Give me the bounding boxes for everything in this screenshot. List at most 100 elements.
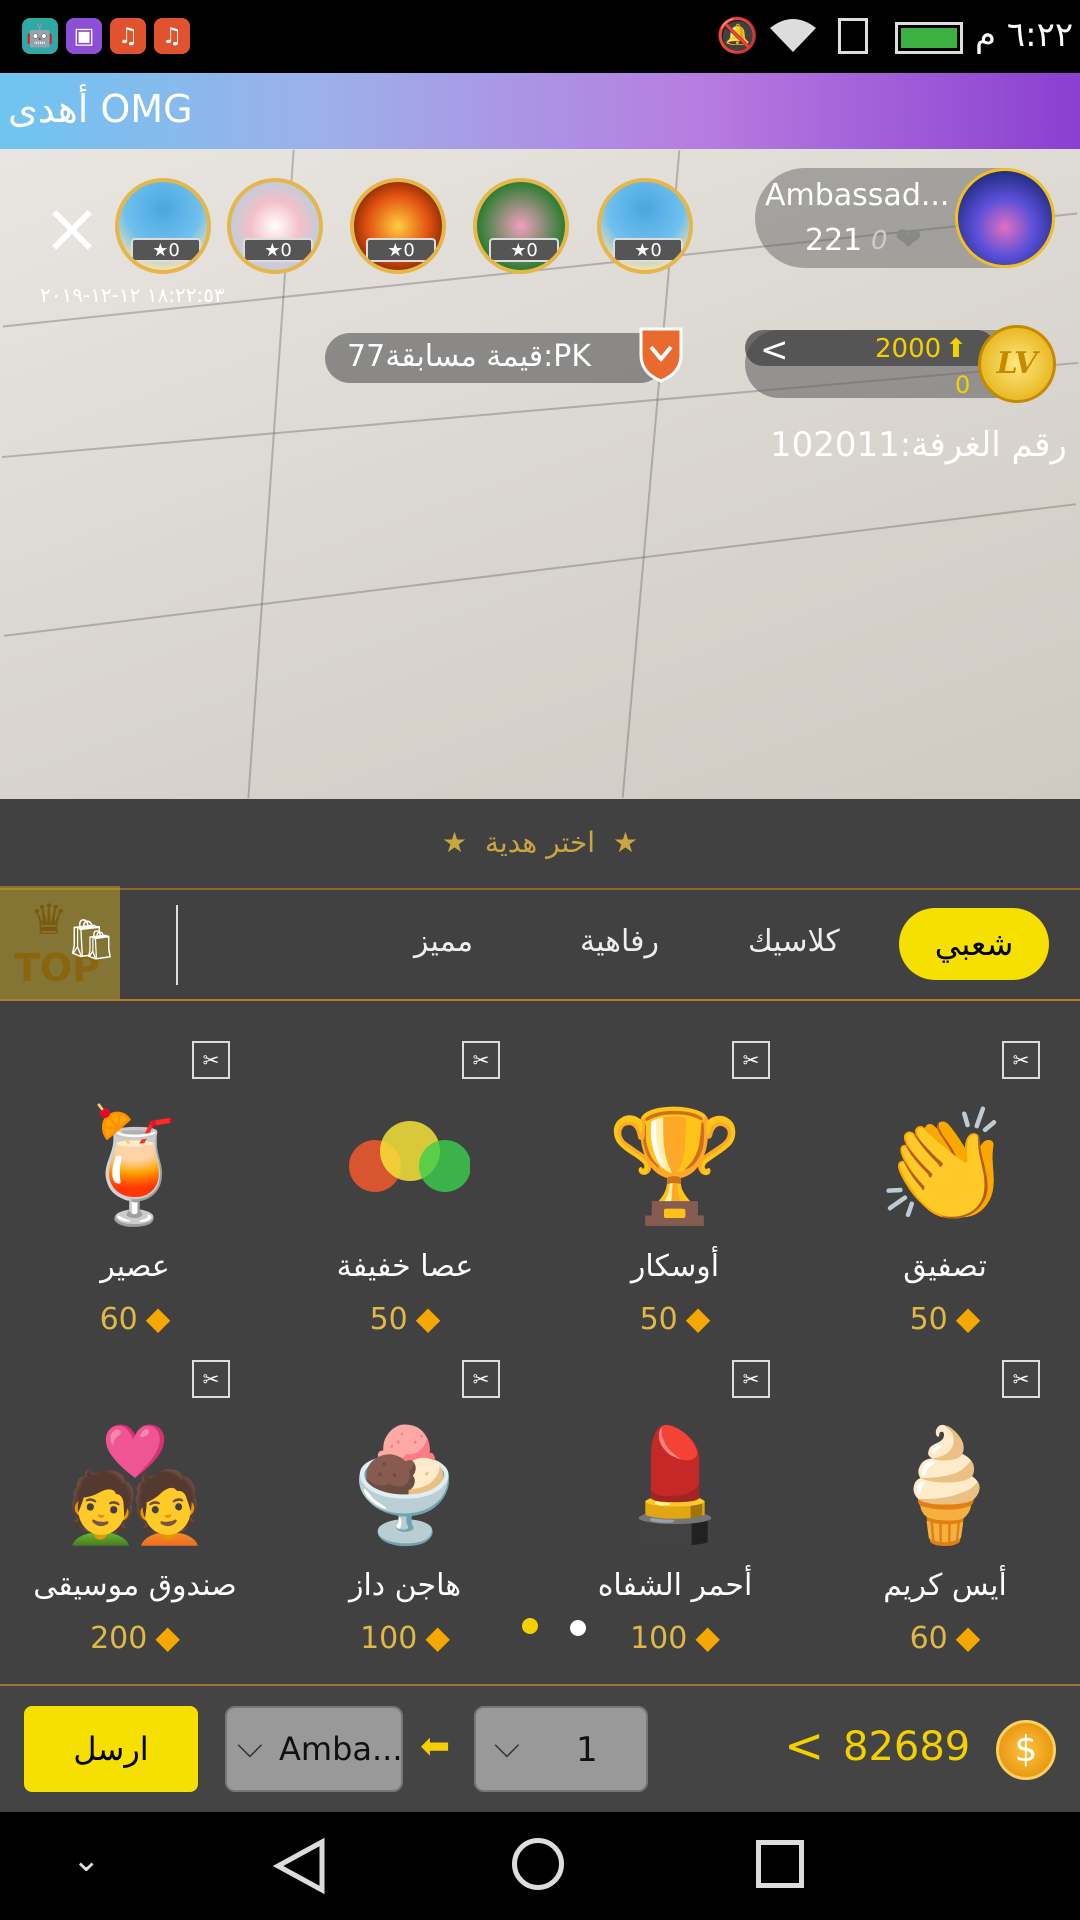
coin-icon[interactable]: $ — [996, 1720, 1056, 1780]
host-viewer-count: 221 — [805, 223, 863, 258]
ice-cream-icon: 🍦 — [876, 1420, 1014, 1549]
gift-flag-icon: ✂ — [462, 1360, 500, 1398]
chevron-down-icon: ⌵ — [494, 1726, 520, 1766]
glow-stick-icon — [340, 1091, 470, 1241]
diamond-icon: ◆ — [155, 1618, 180, 1656]
tab-popular[interactable]: شعبي — [899, 908, 1049, 980]
gift-flag-icon: ✂ — [732, 1041, 770, 1079]
audience-badge: ★0 — [366, 238, 436, 262]
gift-item[interactable]: ✂ 🍨 هاجن داز 100 ◆ — [270, 1340, 540, 1658]
audience-avatar[interactable]: ★0 — [227, 178, 323, 274]
pk-value-pill[interactable]: قيمة مسابقة77:PK — [325, 333, 665, 383]
arrow-up-icon: ⬆ — [945, 334, 967, 364]
audience-avatar[interactable]: ★0 — [350, 178, 446, 274]
gift-item[interactable]: ✂ عصا خفيفة 50 ◆ — [270, 1021, 540, 1339]
room-number: رقم الغرفة:102011 — [770, 425, 1067, 465]
host-likes: 0 — [871, 226, 888, 256]
sundae-icon: 🍨 — [336, 1420, 474, 1549]
coin-balance: 82689 — [843, 1724, 971, 1770]
audience-avatar[interactable]: ★0 — [597, 178, 693, 274]
diamond-icon: ◆ — [425, 1618, 450, 1656]
host-name: Ambassad... — [765, 178, 950, 213]
host-avatar[interactable] — [955, 168, 1055, 268]
gift-item[interactable]: ✂ 🍦 أيس كريم 60 ◆ — [810, 1340, 1080, 1658]
gift-name: أيس كريم — [883, 1568, 1007, 1603]
music-icon: ♫ — [110, 18, 146, 54]
tab-classic[interactable]: كلاسيك — [748, 924, 840, 959]
audience-badge: ★0 — [243, 238, 313, 262]
gallery-icon: ▣ — [66, 18, 102, 54]
shopping-bag-icon[interactable]: 🛍 — [66, 916, 117, 963]
diamond-icon: ◆ — [415, 1299, 441, 1337]
level-exp: 2000 — [875, 334, 942, 364]
gift-flag-icon: ✂ — [732, 1360, 770, 1398]
gift-name: أوسكار — [630, 1249, 720, 1284]
send-button[interactable]: ارسل — [24, 1706, 198, 1792]
audience-avatar[interactable]: ★0 — [473, 178, 569, 274]
back-icon[interactable] — [272, 1838, 332, 1894]
audience-avatar[interactable]: ★0 — [115, 178, 211, 274]
gift-price: 50 ◆ — [369, 1299, 441, 1337]
page-dot-active[interactable] — [522, 1618, 538, 1634]
recents-icon[interactable] — [756, 1840, 804, 1888]
divider — [0, 999, 1080, 1001]
music-icon: ♫ — [154, 18, 190, 54]
battery-charging-icon — [895, 22, 963, 54]
gift-panel-title: ★ اختر هدية ★ — [442, 826, 638, 859]
heart-icon: ❤ — [895, 220, 922, 258]
chevron-left-icon[interactable]: < — [784, 1718, 824, 1774]
gift-price: 50 ◆ — [909, 1299, 981, 1337]
hide-keyboard-icon[interactable]: ⌄ — [72, 1840, 101, 1880]
pk-label: قيمة مسابقة77:PK — [347, 339, 592, 374]
juice-icon: 🍹 — [66, 1101, 204, 1230]
level-progress: 0 — [955, 371, 971, 399]
gift-name: عصير — [100, 1249, 170, 1284]
close-icon[interactable]: × — [38, 193, 106, 266]
home-icon[interactable] — [512, 1838, 564, 1890]
gift-flag-icon: ✂ — [1002, 1041, 1040, 1079]
gift-price: 100 ◆ — [360, 1618, 450, 1656]
tab-special[interactable]: مميز — [414, 924, 473, 959]
mute-icon: 🔕 — [716, 16, 759, 56]
gift-price: 200 ◆ — [90, 1618, 180, 1656]
audience-badge: ★0 — [131, 238, 201, 262]
arrow-left-icon: ⬅ — [420, 1726, 451, 1767]
audience-badge: ★0 — [489, 238, 559, 262]
shield-icon — [639, 327, 683, 383]
gift-price: 60 ◆ — [99, 1299, 171, 1337]
tab-luxury[interactable]: رفاهية — [580, 924, 659, 959]
chevron-down-icon: ⌵ — [237, 1726, 263, 1766]
android-icon: 🤖 — [22, 18, 58, 54]
sim-icon — [838, 18, 868, 54]
page-dot[interactable] — [570, 1620, 586, 1636]
level-badge[interactable]: LV — [978, 325, 1056, 403]
quantity-select[interactable]: ⌵ 1 — [474, 1706, 648, 1792]
gift-item[interactable]: ✂ 👏 تصفيق 50 ◆ — [810, 1021, 1080, 1339]
marquee-text: أهدى OMG — [8, 87, 193, 131]
music-box-icon: 💑 — [66, 1420, 204, 1549]
gift-flag-icon: ✂ — [192, 1360, 230, 1398]
gift-item[interactable]: ✂ 💄 أحمر الشفاه 100 ◆ — [540, 1340, 810, 1658]
gift-marquee: أهدى OMG — [0, 73, 1080, 149]
recipient-value: Amba... — [279, 1730, 403, 1768]
wifi-icon — [770, 19, 816, 52]
quantity-value: 1 — [576, 1730, 598, 1770]
diamond-icon: ◆ — [145, 1299, 171, 1337]
status-time: ٦:٢٢ م — [975, 15, 1074, 55]
gift-item[interactable]: ✂ 💑 صندوق موسيقى 200 ◆ — [0, 1340, 270, 1658]
audience-badge: ★0 — [613, 238, 683, 262]
recipient-select[interactable]: ⌵ Amba... — [225, 1706, 403, 1792]
status-bar: 🤖 ▣ ♫ ♫ 🔕 ٦:٢٢ م — [0, 0, 1080, 73]
diamond-icon: ◆ — [955, 1299, 981, 1337]
gift-name: صندوق موسيقى — [33, 1568, 237, 1603]
diamond-icon: ◆ — [955, 1618, 981, 1656]
gift-item[interactable]: ✂ 🍹 عصير 60 ◆ — [0, 1021, 270, 1339]
gift-name: أحمر الشفاه — [597, 1568, 753, 1603]
room-datetime: ١٨:٢٢:٥٣ ١٢-١٢-٢٠١٩ — [40, 283, 225, 307]
divider — [176, 905, 178, 985]
chevron-left-icon[interactable]: < — [760, 330, 789, 370]
gift-flag-icon: ✂ — [192, 1041, 230, 1079]
gift-item[interactable]: ✂ 🏆 أوسكار 50 ◆ — [540, 1021, 810, 1339]
gift-flag-icon: ✂ — [1002, 1360, 1040, 1398]
oscar-icon: 🏆 — [606, 1101, 744, 1230]
